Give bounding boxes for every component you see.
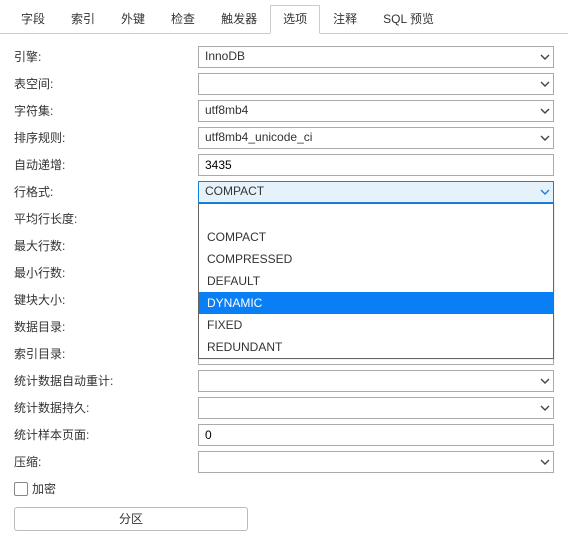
tab-sqlpreview[interactable]: SQL 预览 bbox=[370, 5, 447, 34]
tab-foreignkeys[interactable]: 外键 bbox=[108, 5, 158, 34]
collation-label: 排序规则: bbox=[14, 126, 198, 150]
tab-fields[interactable]: 字段 bbox=[8, 5, 58, 34]
statspersistent-select[interactable] bbox=[198, 397, 554, 419]
rowformat-dropdown-list[interactable]: COMPACTCOMPRESSEDDEFAULTDYNAMICFIXEDREDU… bbox=[198, 203, 554, 359]
autoinc-label: 自动递增: bbox=[14, 153, 198, 177]
tablespace-select[interactable] bbox=[198, 73, 554, 95]
autoinc-input[interactable] bbox=[198, 154, 554, 176]
tab-checks[interactable]: 检查 bbox=[158, 5, 208, 34]
rowformat-option[interactable]: COMPRESSED bbox=[199, 248, 553, 270]
collation-select[interactable]: utf8mb4_unicode_ci bbox=[198, 127, 554, 149]
tablespace-label: 表空间: bbox=[14, 72, 198, 96]
rowformat-option[interactable]: DEFAULT bbox=[199, 270, 553, 292]
avgrowlen-label: 平均行长度: bbox=[14, 207, 198, 231]
rowformat-label: 行格式: bbox=[14, 180, 198, 204]
partition-button[interactable]: 分区 bbox=[14, 507, 248, 531]
engine-label: 引擎: bbox=[14, 45, 198, 69]
minrows-label: 最小行数: bbox=[14, 261, 198, 285]
statssamplepages-input[interactable] bbox=[198, 424, 554, 446]
keyblocksize-label: 键块大小: bbox=[14, 288, 198, 312]
engine-select[interactable]: InnoDB bbox=[198, 46, 554, 68]
rowformat-option[interactable]: REDUNDANT bbox=[199, 336, 553, 358]
compression-label: 压缩: bbox=[14, 450, 198, 474]
charset-label: 字符集: bbox=[14, 99, 198, 123]
statssamplepages-label: 统计样本页面: bbox=[14, 423, 198, 447]
rowformat-option[interactable] bbox=[199, 204, 553, 226]
compression-select[interactable] bbox=[198, 451, 554, 473]
tab-options[interactable]: 选项 bbox=[270, 5, 320, 34]
rowformat-option[interactable]: DYNAMIC bbox=[199, 292, 553, 314]
tab-triggers[interactable]: 触发器 bbox=[208, 5, 270, 34]
rowformat-select[interactable]: COMPACT bbox=[198, 181, 554, 203]
statspersistent-label: 统计数据持久: bbox=[14, 396, 198, 420]
encrypt-label: 加密 bbox=[32, 480, 56, 497]
tab-indexes[interactable]: 索引 bbox=[58, 5, 108, 34]
encrypt-checkbox[interactable] bbox=[14, 482, 28, 496]
indexdir-label: 索引目录: bbox=[14, 342, 198, 366]
statsautorecalc-select[interactable] bbox=[198, 370, 554, 392]
datadir-label: 数据目录: bbox=[14, 315, 198, 339]
charset-select[interactable]: utf8mb4 bbox=[198, 100, 554, 122]
statsautorecalc-label: 统计数据自动重计: bbox=[14, 369, 198, 393]
rowformat-option[interactable]: FIXED bbox=[199, 314, 553, 336]
maxrows-label: 最大行数: bbox=[14, 234, 198, 258]
tab-bar: 字段 索引 外键 检查 触发器 选项 注释 SQL 预览 bbox=[0, 0, 568, 34]
rowformat-option[interactable]: COMPACT bbox=[199, 226, 553, 248]
tab-comment[interactable]: 注释 bbox=[320, 5, 370, 34]
